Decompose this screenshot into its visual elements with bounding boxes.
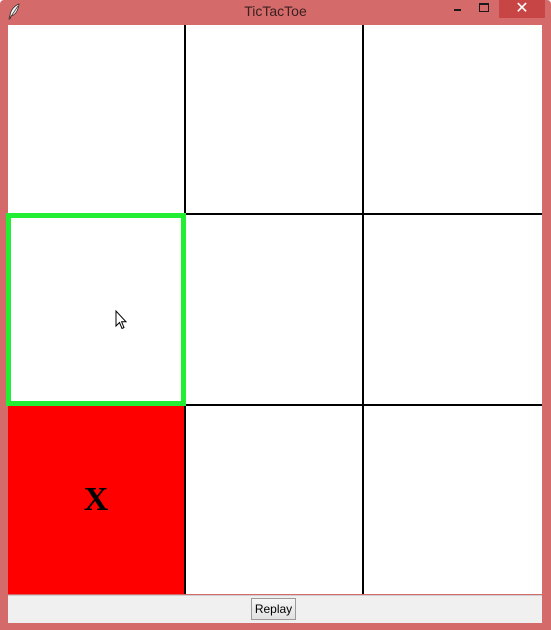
board-cell-r2-c2[interactable] [186, 215, 362, 404]
bottom-bar: Replay [8, 595, 542, 623]
board-cell-r1-c3[interactable] [364, 25, 542, 213]
game-board: X [6, 25, 542, 594]
minimize-icon [454, 9, 461, 11]
cell-mark: X [83, 481, 109, 518]
app-window: TicTacToe ✕ X Replay [0, 0, 551, 630]
board-cell-r3-c3[interactable] [364, 406, 542, 594]
board-cell-r3-c1[interactable]: X [8, 406, 184, 594]
minimize-button[interactable] [444, 0, 470, 18]
maximize-icon [479, 3, 489, 12]
board-cell-r3-c2[interactable] [186, 406, 362, 594]
board-cell-r1-c2[interactable] [186, 25, 362, 213]
board-cell-r2-c1[interactable] [6, 213, 186, 406]
title-bar[interactable]: TicTacToe ✕ [0, 0, 551, 24]
close-icon: ✕ [515, 0, 529, 17]
close-button[interactable]: ✕ [499, 0, 545, 18]
maximize-button[interactable] [471, 0, 497, 18]
board-cell-r1-c1[interactable] [8, 25, 184, 213]
replay-button[interactable]: Replay [251, 598, 296, 620]
board-cell-r2-c3[interactable] [364, 215, 542, 404]
mouse-cursor-icon [115, 310, 127, 330]
